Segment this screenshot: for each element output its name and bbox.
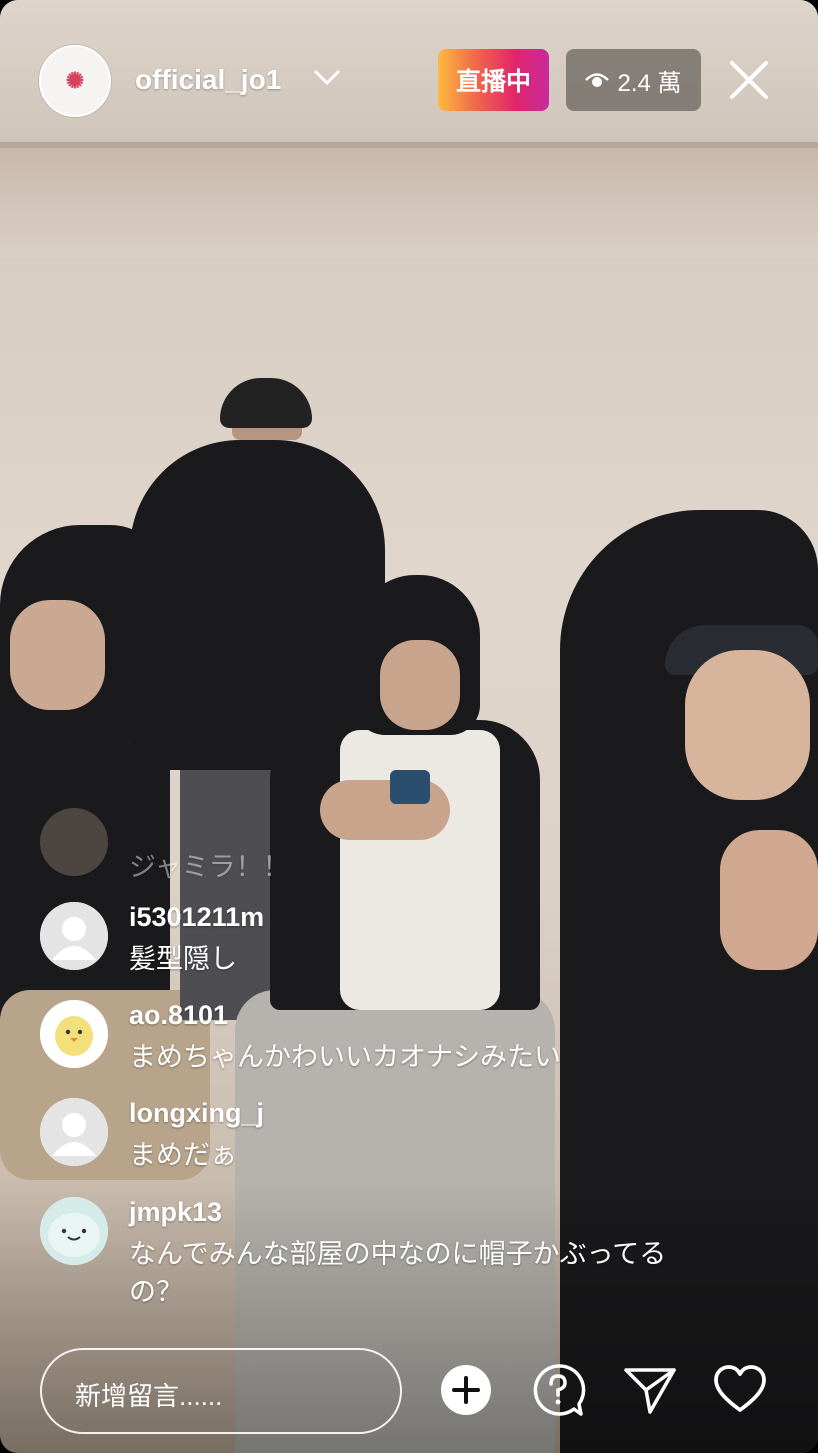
default-avatar-icon[interactable] <box>40 902 108 970</box>
video-person-1-face <box>10 600 105 710</box>
comment-username[interactable]: i5301211m <box>129 902 264 933</box>
video-background-shadow <box>0 148 818 258</box>
video-person-3-hands <box>320 780 450 840</box>
eye-icon <box>585 73 610 87</box>
comment-input[interactable]: 新增留言...... <box>40 1348 402 1434</box>
comment-text: まめちゃんかわいいカオナシみたい <box>129 1042 561 1072</box>
live-header: ✺ official_jo1 直播中 2.4 萬 <box>0 40 818 122</box>
comment-text: ジャミラ！！ <box>129 852 290 882</box>
chevron-down-icon[interactable] <box>312 66 342 90</box>
comment-text: 髪型隠し <box>129 944 237 974</box>
comment-text: まめだぁ <box>129 1140 237 1170</box>
video-person-4-hand <box>720 830 818 970</box>
video-person-4-face <box>685 650 810 800</box>
viewer-count-badge[interactable]: 2.4 萬 <box>566 49 701 111</box>
question-icon[interactable] <box>530 1362 586 1418</box>
comment-placeholder: 新增留言...... <box>75 1381 223 1411</box>
add-icon[interactable] <box>438 1362 494 1418</box>
seal-avatar-icon[interactable] <box>40 1197 108 1265</box>
send-icon[interactable] <box>622 1362 678 1418</box>
comment-username[interactable]: jmpk13 <box>129 1197 222 1228</box>
host-username[interactable]: official_jo1 <box>135 64 281 96</box>
comment-username[interactable]: ao.8101 <box>129 1000 228 1031</box>
video-person-2-cap <box>220 378 312 428</box>
user-avatar[interactable] <box>40 808 108 876</box>
video-person-3-phone <box>390 770 430 804</box>
chick-avatar-icon[interactable] <box>40 1000 108 1068</box>
logo-icon: ✺ <box>65 68 85 93</box>
heart-icon[interactable] <box>712 1362 768 1418</box>
comment-username[interactable]: longxing_j <box>129 1098 264 1129</box>
live-badge: 直播中 <box>438 49 549 111</box>
close-icon[interactable] <box>724 55 774 105</box>
viewer-count: 2.4 萬 <box>617 69 682 97</box>
host-avatar[interactable]: ✺ <box>39 45 111 117</box>
video-person-3-face <box>380 640 460 730</box>
default-avatar-icon[interactable] <box>40 1098 108 1166</box>
live-stream-screen: ✺ official_jo1 直播中 2.4 萬 ジャミラ！！ i5301211… <box>0 0 818 1453</box>
comment-text: なんでみんな部屋の中なのに帽子かぶってるの？ <box>129 1239 667 1307</box>
